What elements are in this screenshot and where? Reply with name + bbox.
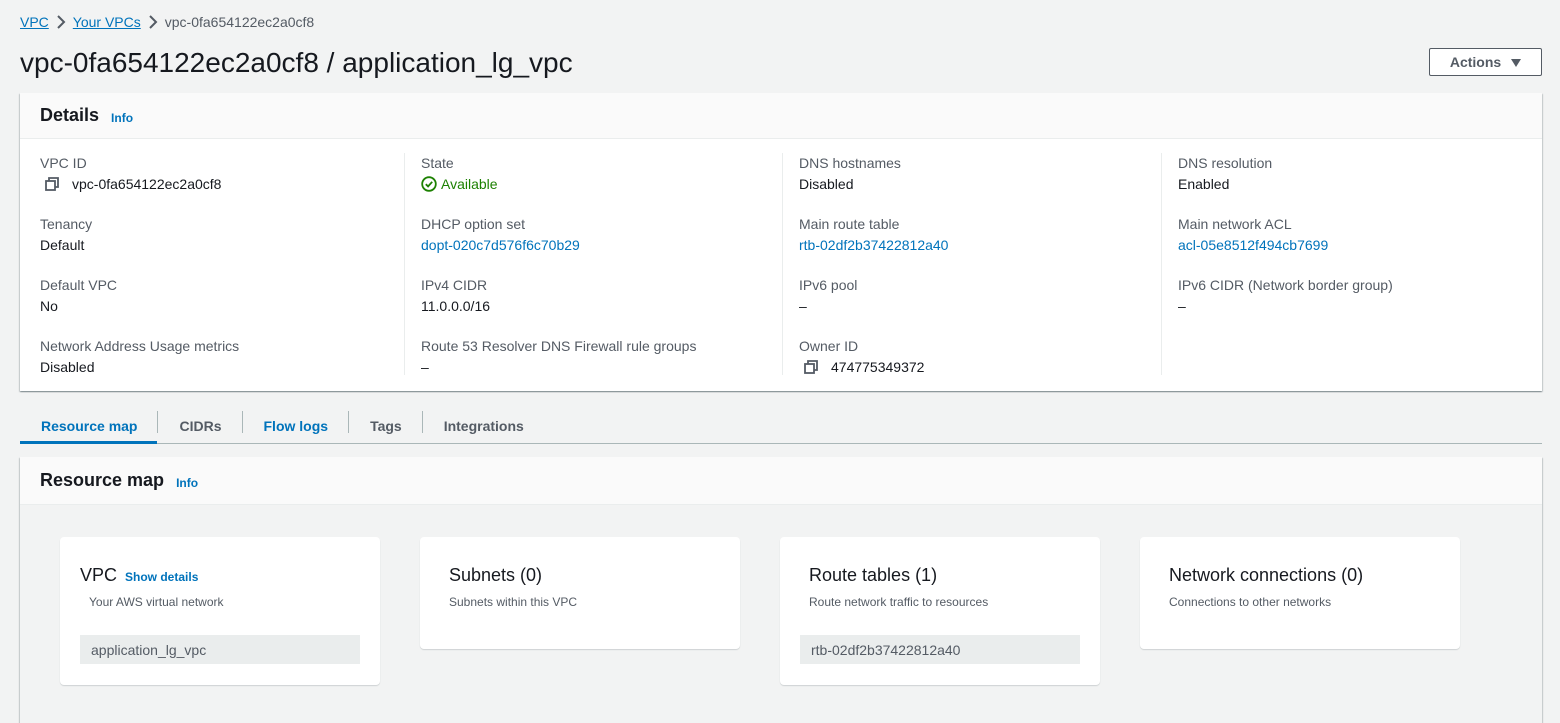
breadcrumb-link-vpc[interactable]: VPC [20, 14, 49, 30]
field-label: Main network ACL [1178, 216, 1292, 232]
field-ipv4-cidr: IPv4 CIDR 11.0.0.0/16 [421, 276, 782, 336]
details-title: Details [40, 105, 100, 125]
breadcrumb: VPC Your VPCs vpc-0fa654122ec2a0cf8 [20, 12, 314, 32]
field-value: Disabled [40, 359, 95, 375]
breadcrumb-current: vpc-0fa654122ec2a0cf8 [164, 14, 315, 30]
actions-button[interactable]: Actions [1429, 48, 1542, 76]
field-ipv6-pool: IPv6 pool – [799, 276, 1161, 336]
vpc-card-title-row: VPC Show details [80, 565, 198, 586]
tab-cidrs[interactable]: CIDRs [158, 408, 241, 443]
details-header: Details Info [20, 93, 1542, 139]
state-value: Available [441, 176, 498, 192]
network-connections-card: Network connections (0) Connections to o… [1140, 537, 1460, 649]
tab-tags[interactable]: Tags [349, 408, 422, 443]
field-label: DNS resolution [1178, 155, 1273, 171]
field-value: – [1178, 298, 1186, 314]
field-value: 474775349372 [799, 356, 1161, 378]
field-value: – [421, 359, 429, 375]
field-value: Default [40, 237, 85, 253]
field-value: vpc-0fa654122ec2a0cf8 [40, 173, 404, 195]
network-connections-card-title: Network connections (0) [1169, 565, 1364, 585]
field-vpc-id: VPC ID vpc-0fa654122ec2a0cf8 [40, 154, 404, 214]
caret-down-icon [1511, 58, 1522, 67]
vpc-card-title: VPC [80, 565, 118, 585]
field-label: Network Address Usage metrics [40, 338, 240, 354]
resource-map-body: VPC Show details Your AWS virtual networ… [20, 505, 1542, 723]
field-label: State [421, 155, 454, 171]
tab-bar: Resource map CIDRs Flow logs Tags Integr… [20, 408, 1542, 444]
owner-id-value: 474775349372 [831, 359, 925, 375]
field-default-vpc: Default VPC No [40, 276, 404, 336]
details-info-link[interactable]: Info [111, 111, 133, 125]
check-circle-icon [421, 176, 437, 192]
field-value: Enabled [1178, 176, 1230, 192]
field-nau-metrics: Network Address Usage metrics Disabled [40, 337, 404, 397]
field-value: Disabled [799, 176, 854, 192]
copy-icon[interactable] [799, 358, 823, 376]
field-dns-hostnames: DNS hostnames Disabled [799, 154, 1161, 214]
field-label: Tenancy [40, 216, 93, 232]
field-state: State Available [421, 154, 782, 214]
field-dhcp-option-set: DHCP option set dopt-020c7d576f6c70b29 [421, 215, 782, 275]
tab-flow-logs[interactable]: Flow logs [243, 408, 349, 443]
field-label: IPv6 CIDR (Network border group) [1178, 277, 1393, 293]
field-label: DHCP option set [421, 216, 526, 232]
field-label: DNS hostnames [799, 155, 901, 171]
details-column-2: State Available DHCP option set dopt-020… [404, 153, 782, 375]
vpc-resource-chip[interactable]: application_lg_vpc [80, 635, 360, 664]
show-details-link[interactable]: Show details [125, 570, 198, 584]
field-owner-id: Owner ID 474775349372 [799, 337, 1161, 397]
field-label: IPv6 pool [799, 277, 858, 293]
details-column-3: DNS hostnames Disabled Main route table … [782, 153, 1161, 375]
resource-map-title: Resource map [40, 470, 165, 490]
subnets-card: Subnets (0) Subnets within this VPC [420, 537, 740, 649]
copy-icon[interactable] [40, 175, 64, 193]
actions-button-label: Actions [1449, 54, 1502, 70]
vpc-id-value: vpc-0fa654122ec2a0cf8 [72, 176, 222, 192]
field-label: Main route table [799, 216, 900, 232]
field-value: 11.0.0.0/16 [421, 298, 491, 314]
vpc-card: VPC Show details Your AWS virtual networ… [60, 537, 380, 685]
tab-integrations[interactable]: Integrations [423, 408, 544, 443]
resource-map-panel: Resource map Info VPC Show details Your … [20, 457, 1542, 723]
field-dns-resolution: DNS resolution Enabled [1178, 154, 1542, 214]
dhcp-option-set-link[interactable]: dopt-020c7d576f6c70b29 [421, 234, 782, 256]
field-label: VPC ID [40, 155, 87, 171]
field-tenancy: Tenancy Default [40, 215, 404, 275]
subnets-card-title: Subnets (0) [449, 565, 543, 585]
route-tables-card-subtitle: Route network traffic to resources [809, 595, 989, 609]
tab-resource-map[interactable]: Resource map [20, 408, 158, 444]
main-route-table-link[interactable]: rtb-02df2b37422812a40 [799, 234, 1161, 256]
field-value: Available [421, 173, 782, 195]
resource-map-header: Resource map Info [20, 457, 1542, 505]
page-title: vpc-0fa654122ec2a0cf8 / application_lg_v… [20, 47, 573, 78]
vpc-card-subtitle: Your AWS virtual network [89, 595, 224, 609]
resource-map-info-link[interactable]: Info [176, 476, 198, 490]
details-panel: Details Info VPC ID vpc-0fa654122ec2a0cf… [20, 93, 1542, 391]
route-tables-card-title: Route tables (1) [809, 565, 938, 585]
field-value: – [799, 298, 807, 314]
field-label: Route 53 Resolver DNS Firewall rule grou… [421, 338, 697, 354]
field-route53-firewall: Route 53 Resolver DNS Firewall rule grou… [421, 337, 782, 397]
main-network-acl-link[interactable]: acl-05e8512f494cb7699 [1178, 234, 1542, 256]
field-label: IPv4 CIDR [421, 277, 488, 293]
route-tables-card: Route tables (1) Route network traffic t… [780, 537, 1100, 685]
route-table-chip[interactable]: rtb-02df2b37422812a40 [800, 635, 1080, 664]
subnets-card-subtitle: Subnets within this VPC [449, 595, 578, 609]
field-label: Default VPC [40, 277, 118, 293]
field-label: Owner ID [799, 338, 859, 354]
details-grid: VPC ID vpc-0fa654122ec2a0cf8 Tenancy Def… [20, 139, 1542, 391]
field-value: No [40, 298, 58, 314]
details-column-4: DNS resolution Enabled Main network ACL … [1161, 153, 1542, 375]
network-connections-card-subtitle: Connections to other networks [1169, 595, 1332, 609]
chevron-right-icon [141, 15, 165, 29]
chevron-right-icon [49, 15, 73, 29]
details-column-1: VPC ID vpc-0fa654122ec2a0cf8 Tenancy Def… [20, 139, 404, 391]
field-main-network-acl: Main network ACL acl-05e8512f494cb7699 [1178, 215, 1542, 275]
field-main-route-table: Main route table rtb-02df2b37422812a40 [799, 215, 1161, 275]
breadcrumb-link-your-vpcs[interactable]: Your VPCs [73, 14, 141, 30]
field-ipv6-cidr: IPv6 CIDR (Network border group) – [1178, 276, 1542, 336]
